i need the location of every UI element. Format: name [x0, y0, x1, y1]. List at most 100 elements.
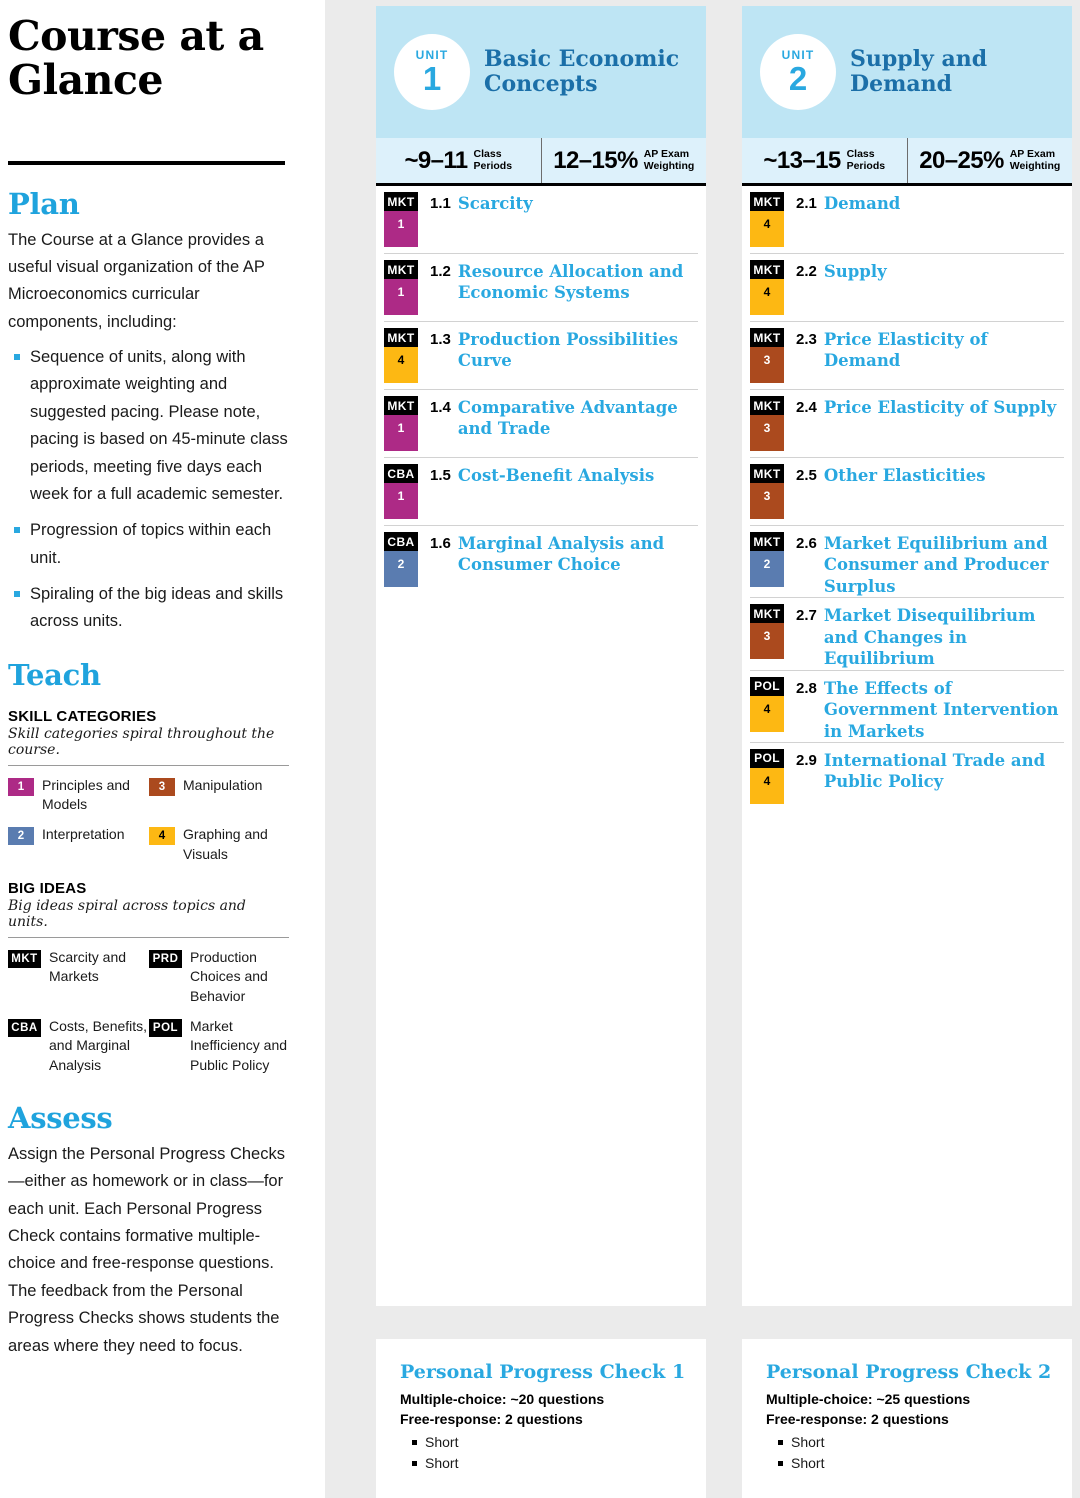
topic-row[interactable]: MKT 2 2.6 Market Equilibrium and Consumer a…	[750, 526, 1064, 599]
topic-body: 2.6 Market Equilibrium and Consumer and P…	[796, 532, 1064, 597]
unit-stats-bar: ~13–15 Class Periods 20–25% AP Exam Weighting	[742, 138, 1072, 186]
legend-label: Principles and Models	[42, 776, 130, 813]
skill-categories-divider	[8, 764, 289, 766]
topic-row[interactable]: MKT 3 2.3 Price Elasticity of Demand	[750, 322, 1064, 390]
big-idea-chip-icon: POL	[149, 1018, 182, 1037]
unit-title: Supply and Demand	[850, 45, 988, 97]
big-idea-chip-icon: MKT	[750, 192, 784, 211]
topic-body: 1.4 Comparative Advantage and Trade	[430, 396, 698, 457]
class-periods-stat: ~9–11 Class Periods	[376, 138, 541, 183]
topic-name[interactable]: Demand	[824, 193, 901, 253]
topic-number: 1.2	[430, 263, 451, 280]
class-periods-value: ~13–15	[763, 146, 841, 174]
topic-name[interactable]: Marginal Analysis and Consumer Choice	[458, 533, 698, 594]
exam-weight-stat: 20–25% AP Exam Weighting	[906, 138, 1073, 183]
legend-item-skill-4: 4 Graphing and Visuals	[149, 825, 289, 864]
legend-label: Costs, Benefits, and Marginal Analysis	[49, 1017, 148, 1073]
personal-progress-check-card: Personal Progress Check 1 Multiple-choice…	[376, 1339, 706, 1498]
topic-number: 2.1	[796, 195, 817, 212]
topic-name[interactable]: Cost-Benefit Analysis	[458, 465, 654, 525]
topic-row[interactable]: MKT 1 1.1 Scarcity	[384, 186, 698, 254]
topic-name[interactable]: International Trade and Public Policy	[824, 750, 1064, 811]
legend-item-cba: CBA Costs, Benefits, and Marginal Analys…	[8, 1017, 148, 1075]
topic-tags: MKT 3	[750, 464, 784, 525]
topic-name[interactable]: Comparative Advantage and Trade	[458, 397, 698, 457]
big-idea-chip-icon: MKT	[384, 396, 418, 415]
skill-chip-icon: 4	[384, 347, 418, 383]
topic-tags: CBA 2	[384, 532, 418, 594]
left-info-panel: Course at a Glance Plan The Course at a …	[0, 0, 325, 1498]
topic-tags: MKT 1	[384, 192, 418, 253]
topic-name[interactable]: Market Equilibrium and Consumer and Prod…	[824, 533, 1064, 597]
topic-row[interactable]: POL 4 2.8 The Effects of Government Interve…	[750, 671, 1064, 743]
exam-weight-label: AP Exam Weighting	[643, 147, 695, 172]
big-idea-chip-icon: CBA	[8, 1018, 41, 1037]
big-idea-chip-icon: MKT	[384, 260, 418, 279]
topic-tags: MKT 1	[384, 260, 418, 321]
topic-name[interactable]: The Effects of Government Intervention i…	[824, 678, 1064, 742]
exam-weight-value: 20–25%	[919, 146, 1004, 174]
topic-row[interactable]: MKT 3 2.5 Other Elasticities	[750, 458, 1064, 526]
topic-body: 2.2 Supply	[796, 260, 887, 321]
topic-name[interactable]: Supply	[824, 261, 887, 321]
topic-body: 1.2 Resource Allocation and Economic Syst…	[430, 260, 698, 321]
skill-chip-icon: 3	[750, 415, 784, 451]
legend-label: Scarcity and Markets	[49, 949, 127, 985]
exam-weight-value: 12–15%	[553, 146, 638, 174]
ppc-title: Personal Progress Check 2	[766, 1361, 1052, 1383]
topic-name[interactable]: Other Elasticities	[824, 465, 986, 525]
legend-label: Production Choices and Behavior	[190, 949, 268, 1004]
topic-row[interactable]: MKT 3 2.7 Market Disequilibrium and Changes…	[750, 598, 1064, 671]
topic-row[interactable]: CBA 1 1.5 Cost-Benefit Analysis	[384, 458, 698, 526]
legend-label: Market Inefficiency and Public Policy	[190, 1017, 288, 1073]
topic-number: 1.1	[430, 195, 451, 212]
skill-chip-icon: 2	[384, 551, 418, 587]
topic-number: 1.4	[430, 399, 451, 416]
topic-row[interactable]: MKT 4 2.2 Supply	[750, 254, 1064, 322]
topic-list: MKT 1 1.1 Scarcity MKT 1 1.2 Resource Allocatio…	[376, 186, 706, 594]
topic-number: 2.5	[796, 467, 817, 484]
page-title: Course at a Glance	[8, 12, 264, 105]
topic-name[interactable]: Price Elasticity of Supply	[824, 397, 1056, 457]
skill-categories-note: Skill categories spiral throughout the c…	[8, 725, 275, 758]
big-ideas-note: Big ideas spiral across topics and units…	[8, 898, 246, 931]
legend-label: Graphing and Visuals	[183, 826, 268, 862]
topic-row[interactable]: MKT 4 1.3 Production Possibilities Curve	[384, 322, 698, 390]
exam-weight-label: AP Exam Weighting	[1009, 147, 1061, 172]
topic-number: 2.3	[796, 331, 817, 348]
skill-chip-icon: 4	[750, 211, 784, 247]
topic-row[interactable]: MKT 4 2.1 Demand	[750, 186, 1064, 254]
class-periods-stat: ~13–15 Class Periods	[742, 138, 907, 183]
big-idea-chip-icon: MKT	[750, 260, 784, 279]
topic-name[interactable]: Market Disequilibrium and Changes in Equ…	[824, 605, 1064, 669]
topic-name[interactable]: Resource Allocation and Economic Systems	[458, 261, 698, 321]
unit-header: UNIT 2 Supply and Demand	[742, 6, 1072, 138]
topic-body: 2.5 Other Elasticities	[796, 464, 986, 525]
topic-row[interactable]: MKT 1 1.2 Resource Allocation and Economic …	[384, 254, 698, 322]
topic-body: 2.8 The Effects of Government Interventio…	[796, 677, 1064, 742]
list-item: Short	[412, 1453, 686, 1474]
skill-chip-icon: 3	[750, 347, 784, 383]
topic-tags: MKT 3	[750, 328, 784, 389]
topic-name[interactable]: Scarcity	[458, 193, 533, 253]
list-item: Short	[778, 1453, 1052, 1474]
topic-name[interactable]: Price Elasticity of Demand	[824, 329, 1064, 389]
topic-number: 2.6	[796, 535, 817, 552]
topic-row[interactable]: MKT 1 1.4 Comparative Advantage and Trade	[384, 390, 698, 458]
unit-title: Basic Economic Concepts	[484, 45, 680, 97]
topic-name[interactable]: Production Possibilities Curve	[458, 329, 698, 389]
topic-body: 1.5 Cost-Benefit Analysis	[430, 464, 654, 525]
topic-tags: CBA 1	[384, 464, 418, 525]
skill-chip-icon: 1	[8, 777, 34, 796]
topic-row[interactable]: CBA 2 1.6 Marginal Analysis and Consumer Ch…	[384, 526, 698, 594]
title-divider	[8, 160, 285, 165]
legend-item-prd: PRD Production Choices and Behavior	[149, 948, 289, 1006]
teach-heading: Teach	[8, 657, 101, 692]
topic-tags: MKT 4	[750, 260, 784, 321]
ppc-title: Personal Progress Check 1	[400, 1361, 686, 1383]
class-periods-label: Class Periods	[473, 147, 513, 172]
legend-item-skill-1: 1 Principles and Models	[8, 776, 148, 815]
list-item: Short	[778, 1432, 1052, 1453]
topic-row[interactable]: POL 4 2.9 International Trade and Public Po…	[750, 743, 1064, 811]
topic-row[interactable]: MKT 3 2.4 Price Elasticity of Supply	[750, 390, 1064, 458]
